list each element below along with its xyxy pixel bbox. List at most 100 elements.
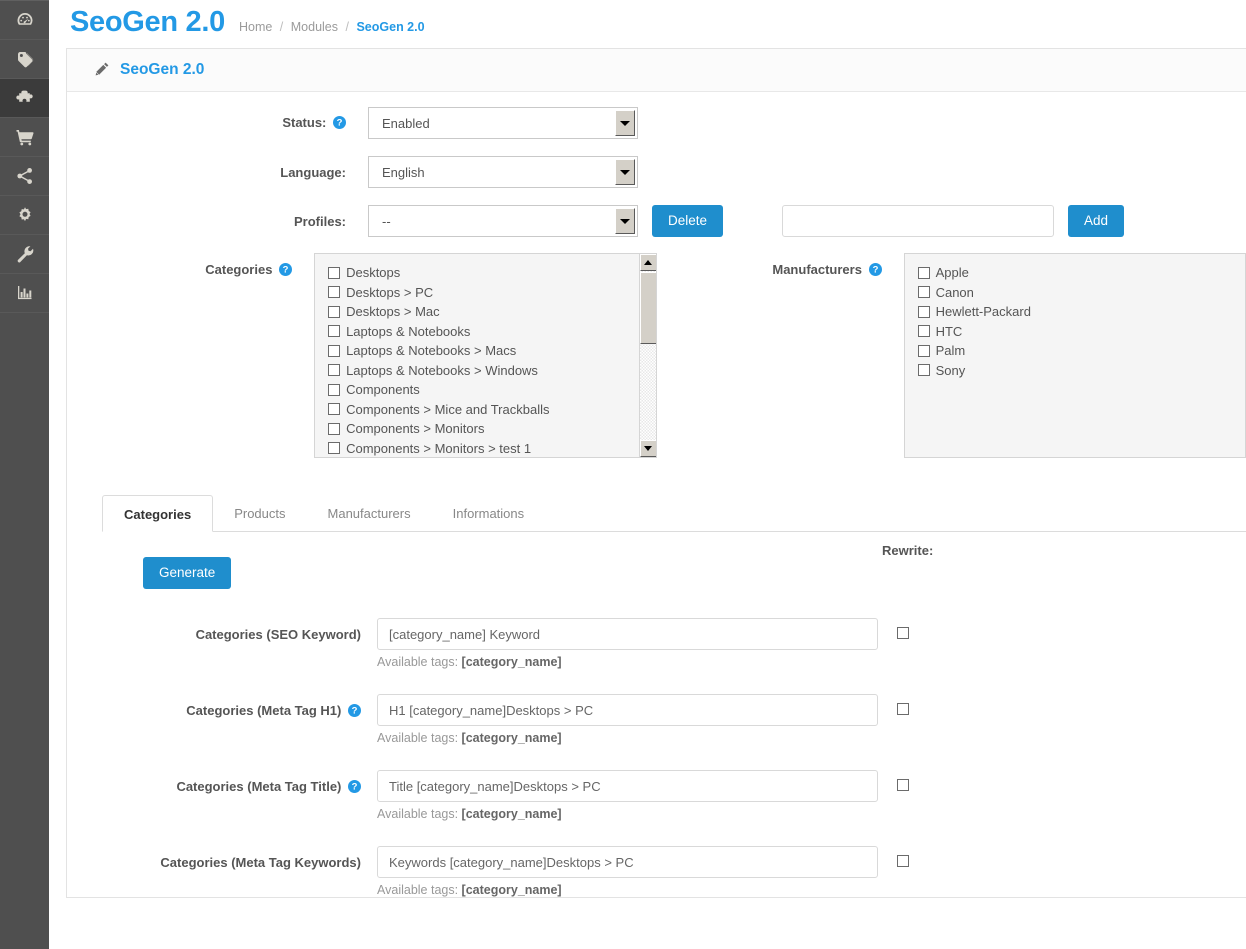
sidebar-item-tools[interactable] (0, 235, 49, 274)
list-item[interactable]: Sony (918, 361, 1245, 381)
tab-informations[interactable]: Informations (432, 495, 546, 532)
help-icon[interactable]: ? (869, 263, 882, 279)
seo-row-title: Categories (Meta Tag Title) ? Available … (67, 770, 1246, 821)
checkbox[interactable] (328, 423, 340, 435)
wrench-icon (15, 244, 35, 264)
list-item[interactable]: Laptops & Notebooks > Macs (328, 341, 655, 361)
chevron-down-icon[interactable] (615, 110, 635, 136)
profiles-select-value: -- (369, 206, 615, 236)
list-item[interactable]: Components (328, 380, 655, 400)
seo-h1-field: Available tags: [category_name] (377, 694, 878, 745)
list-item[interactable]: Apple (918, 263, 1245, 283)
tab-categories[interactable]: Categories (102, 495, 213, 532)
help-icon[interactable]: ? (333, 116, 346, 132)
list-item[interactable]: Components > Mice and Trackballs (328, 400, 655, 420)
checkbox[interactable] (918, 325, 930, 337)
checkbox[interactable] (328, 364, 340, 376)
language-label: Language: (67, 165, 368, 180)
breadcrumb-item-modules[interactable]: Modules (291, 20, 338, 34)
seo-keyword-label: Categories (SEO Keyword) (67, 618, 377, 642)
seo-keyword-input[interactable] (377, 618, 878, 650)
checkbox[interactable] (328, 403, 340, 415)
checkbox[interactable] (328, 325, 340, 337)
checkbox[interactable] (918, 286, 930, 298)
rewrite-column-label: Rewrite: (882, 543, 933, 558)
list-item[interactable]: Canon (918, 283, 1245, 303)
list-item[interactable]: HTC (918, 322, 1245, 342)
profiles-label: Profiles: (67, 214, 368, 229)
list-item[interactable]: Laptops & Notebooks (328, 322, 655, 342)
checkbox[interactable] (328, 442, 340, 454)
main-content: SeoGen 2.0 Home / Modules / SeoGen 2.0 S… (49, 0, 1246, 949)
scrollbar-thumb[interactable] (640, 272, 657, 344)
list-item[interactable]: Desktops > PC (328, 283, 655, 303)
chevron-down-icon[interactable] (615, 208, 635, 234)
list-item[interactable]: Hewlett-Packard (918, 302, 1245, 322)
tab-manufacturers[interactable]: Manufacturers (307, 495, 432, 532)
rewrite-checkbox[interactable] (897, 627, 909, 639)
sidebar-item-reports[interactable] (0, 274, 49, 313)
checkbox[interactable] (328, 345, 340, 357)
generate-button[interactable]: Generate (143, 557, 231, 589)
svg-text:?: ? (337, 117, 343, 128)
help-icon[interactable]: ? (348, 704, 361, 720)
sidebar-item-catalog[interactable] (0, 40, 49, 79)
list-item[interactable]: Desktops (328, 263, 655, 283)
checkbox[interactable] (328, 286, 340, 298)
seo-row-keywords: Categories (Meta Tag Keywords) Available… (67, 846, 1246, 897)
seo-title-field: Available tags: [category_name] (377, 770, 878, 821)
list-item[interactable]: Components > Monitors (328, 419, 655, 439)
panel-header: SeoGen 2.0 (67, 49, 1246, 92)
seo-h1-label: Categories (Meta Tag H1) ? (67, 694, 377, 720)
checkbox[interactable] (918, 267, 930, 279)
tab-products[interactable]: Products (213, 495, 306, 532)
help-icon[interactable]: ? (348, 780, 361, 796)
sidebar (0, 0, 49, 949)
checkbox[interactable] (918, 345, 930, 357)
list-item[interactable]: Laptops & Notebooks > Windows (328, 361, 655, 381)
scroll-down-icon[interactable] (640, 440, 657, 457)
share-nodes-icon (15, 166, 35, 186)
help-icon[interactable]: ? (279, 263, 292, 279)
add-profile-button[interactable]: Add (1068, 205, 1124, 237)
sidebar-item-sales[interactable] (0, 118, 49, 157)
seo-h1-input[interactable] (377, 694, 878, 726)
language-select[interactable]: English (368, 156, 638, 188)
list-item[interactable]: Components > Monitors > test 1 (328, 439, 655, 459)
seo-keywords-label: Categories (Meta Tag Keywords) (67, 846, 377, 870)
list-item[interactable]: Palm (918, 341, 1245, 361)
seo-title-label: Categories (Meta Tag Title) ? (67, 770, 377, 796)
categories-list: Desktops Desktops > PC Desktops > Mac La… (315, 254, 655, 458)
breadcrumb-item-home[interactable]: Home (239, 20, 272, 34)
categories-scrollbar[interactable] (639, 254, 656, 457)
gear-icon (15, 205, 35, 225)
checkbox[interactable] (328, 267, 340, 279)
seo-row-h1: Categories (Meta Tag H1) ? Available tag… (67, 694, 1246, 745)
sidebar-item-modules[interactable] (0, 79, 49, 118)
status-select[interactable]: Enabled (368, 107, 638, 139)
scroll-up-icon[interactable] (640, 254, 657, 271)
rewrite-checkbox[interactable] (897, 703, 909, 715)
checkbox[interactable] (328, 306, 340, 318)
profiles-select[interactable]: -- (368, 205, 638, 237)
checkbox[interactable] (918, 364, 930, 376)
sidebar-item-settings[interactable] (0, 196, 49, 235)
seo-keyword-field: Available tags: [category_name] (377, 618, 878, 669)
rewrite-checkbox[interactable] (897, 855, 909, 867)
seo-title-input[interactable] (377, 770, 878, 802)
manufacturers-listbox[interactable]: Apple Canon Hewlett-Packard HTC Palm Son… (904, 253, 1246, 458)
new-profile-input[interactable] (782, 205, 1054, 237)
panel-body: Status: ? Enabled Language: (67, 92, 1246, 897)
checkbox[interactable] (328, 384, 340, 396)
sidebar-item-marketing[interactable] (0, 157, 49, 196)
generate-row: Generate (67, 553, 1246, 593)
delete-profile-button[interactable]: Delete (652, 205, 723, 237)
rewrite-checkbox[interactable] (897, 779, 909, 791)
list-item[interactable]: Desktops > Mac (328, 302, 655, 322)
seo-keywords-input[interactable] (377, 846, 878, 878)
checkbox[interactable] (918, 306, 930, 318)
sidebar-item-dashboard[interactable] (0, 1, 49, 40)
svg-text:?: ? (352, 706, 358, 717)
categories-listbox[interactable]: Desktops Desktops > PC Desktops > Mac La… (314, 253, 656, 458)
chevron-down-icon[interactable] (615, 159, 635, 185)
